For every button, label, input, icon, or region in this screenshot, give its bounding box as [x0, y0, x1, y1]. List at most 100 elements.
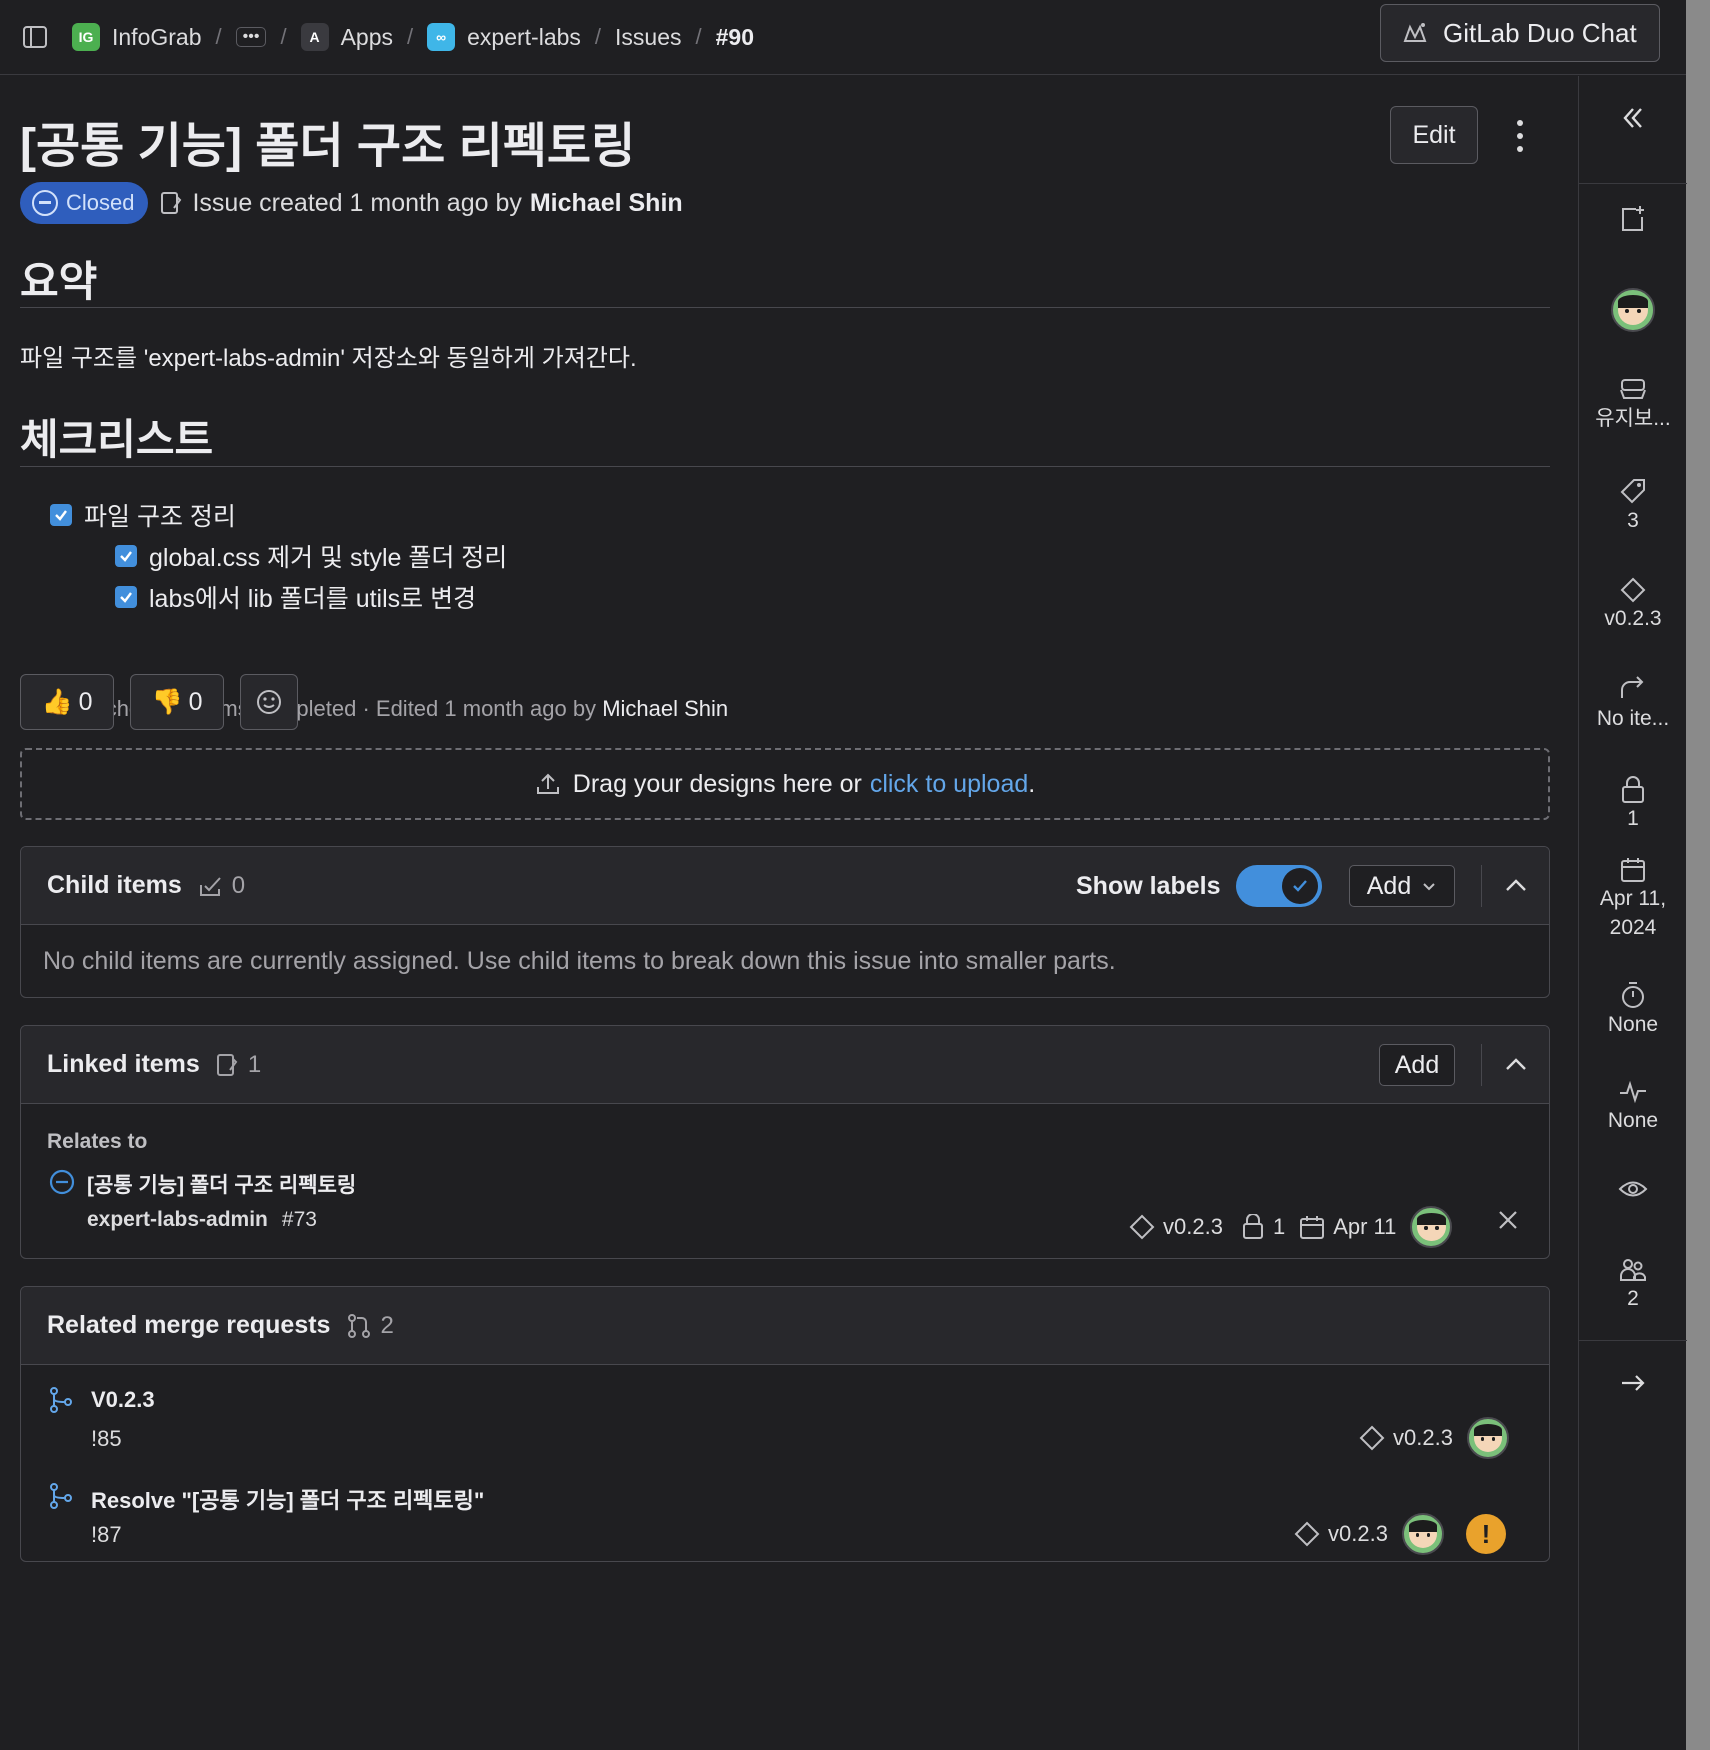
issue-title: [공통 기능] 폴더 구조 리펙토링	[20, 120, 636, 173]
collapse-chevron-up-icon[interactable]	[1501, 1050, 1531, 1080]
breadcrumb-org[interactable]: InfoGrab	[112, 24, 202, 51]
sidebar-time-tracking-value: None	[1607, 1013, 1659, 1036]
merge-request-icon	[348, 1313, 371, 1338]
breadcrumb-current[interactable]: #90	[716, 24, 754, 51]
editor-link[interactable]: Michael Shin	[602, 696, 728, 721]
closed-icon	[32, 190, 58, 216]
merge-request-item[interactable]: Resolve "[공통 기능] 폴더 구조 리펙토링" !87 v0.2.3 …	[21, 1461, 1549, 1561]
linked-item-due: Apr 11	[1333, 1214, 1397, 1239]
summary-heading: 요약	[20, 258, 98, 305]
assignee-avatar[interactable]	[1611, 288, 1655, 332]
milestone-icon	[1620, 577, 1646, 603]
sidebar-time-tracking[interactable]: None	[1579, 980, 1687, 1039]
expert-labs-project-icon: ∞	[427, 23, 456, 51]
edit-button[interactable]: Edit	[1390, 106, 1478, 164]
breadcrumb-more-button[interactable]: •••	[235, 27, 267, 47]
dropzone-suffix: .	[1028, 769, 1036, 798]
merge-request-open-icon	[50, 1483, 72, 1509]
sidebar-divider	[1579, 1340, 1687, 1341]
add-label: Add	[1366, 871, 1412, 900]
pipeline-warning-icon[interactable]: !	[1465, 1514, 1506, 1554]
linked-items-title: Linked items	[47, 1050, 200, 1078]
thumbs-up-count: 0	[78, 687, 93, 716]
collapse-sidebar-icon[interactable]	[1619, 104, 1647, 132]
thumbs-down-button[interactable]: 👎 0	[130, 674, 224, 730]
checkbox-checked-icon[interactable]	[115, 586, 137, 608]
thumbs-up-button[interactable]: 👍 0	[20, 674, 114, 730]
sidebar-notifications[interactable]	[1579, 1176, 1687, 1202]
show-labels-toggle[interactable]	[1236, 865, 1323, 907]
smiley-icon	[255, 688, 283, 716]
show-labels-control: Show labels	[1076, 865, 1323, 907]
sidebar-health-status[interactable]: None	[1579, 1078, 1687, 1135]
breadcrumb-project[interactable]: expert-labs	[467, 24, 581, 51]
sidebar-epic[interactable]: 유지보...	[1579, 376, 1687, 433]
merge-request-title[interactable]: Resolve "[공통 기능] 폴더 구조 리펙토링"	[91, 1483, 484, 1515]
linked-item-meta: v0.2.3 1 Apr 11	[1129, 1206, 1453, 1248]
sidebar-participants[interactable]: 2	[1579, 1256, 1687, 1313]
sidebar-weight[interactable]: 1	[1579, 776, 1687, 833]
linked-items-count-value: 1	[247, 1050, 262, 1078]
design-dropzone[interactable]: Drag your designs here or click to uploa…	[20, 748, 1550, 820]
sidebar-assignee[interactable]	[1579, 288, 1687, 332]
checkbox-checked-icon[interactable]	[115, 545, 137, 567]
merge-request-milestone: v0.2.3	[1328, 1521, 1388, 1546]
author-avatar[interactable]	[1401, 1513, 1444, 1555]
created-text: Issue created 1 month ago by	[192, 188, 522, 217]
add-reaction-button[interactable]	[240, 674, 298, 730]
sidebar-milestone[interactable]: v0.2.3	[1579, 576, 1687, 633]
add-todo-icon	[1622, 206, 1644, 231]
iteration-icon	[1621, 676, 1644, 698]
chevron-down-icon	[1423, 883, 1435, 891]
header-divider	[1481, 865, 1482, 907]
sidebar-labels[interactable]: 3	[1579, 476, 1687, 535]
author-avatar[interactable]	[1466, 1417, 1509, 1459]
remove-link-close-icon[interactable]	[1496, 1208, 1520, 1232]
linked-items-count: 1	[216, 1051, 261, 1079]
linked-item-title[interactable]: [공통 기능] 폴더 구조 리펙토링	[87, 1169, 356, 1199]
merge-requests-count-value: 2	[380, 1311, 394, 1339]
weight-icon	[1622, 776, 1644, 803]
sidebar-epic-value: 유지보...	[1595, 407, 1671, 430]
author-link[interactable]: Michael Shin	[530, 189, 683, 218]
sidebar-due-date[interactable]: Apr 11, 2024	[1579, 856, 1687, 943]
more-actions-icon[interactable]	[1508, 116, 1532, 156]
sidebar-iteration[interactable]: No ite...	[1579, 676, 1687, 733]
child-items-title: Child items	[47, 871, 182, 899]
merge-request-meta: v0.2.3 !	[1294, 1513, 1506, 1555]
child-items-count-value: 0	[231, 871, 246, 899]
linked-items-add-button[interactable]: Add	[1379, 1044, 1455, 1086]
sidebar-todo[interactable]	[1579, 204, 1687, 234]
sidebar-toggle-icon[interactable]	[22, 24, 48, 50]
assignee-avatar[interactable]	[1410, 1206, 1453, 1248]
sidebar-iteration-value: No ite...	[1596, 707, 1670, 730]
breadcrumb-group[interactable]: Apps	[341, 24, 393, 51]
move-issue-arrow-icon[interactable]	[1619, 1370, 1647, 1396]
merge-request-title[interactable]: V0.2.3	[91, 1387, 155, 1413]
calendar-icon	[1300, 1216, 1325, 1239]
checkbox-checked-icon[interactable]	[50, 504, 72, 526]
breadcrumb-issues[interactable]: Issues	[615, 24, 681, 51]
merge-request-item[interactable]: V0.2.3 !85 v0.2.3	[21, 1365, 1549, 1461]
collapse-chevron-up-icon[interactable]	[1501, 871, 1531, 901]
status-badge: Closed	[20, 182, 149, 224]
upload-link[interactable]: click to upload	[870, 770, 1028, 799]
sidebar-milestone-value: v0.2.3	[1604, 607, 1662, 630]
relates-to-label: Relates to	[47, 1130, 148, 1153]
child-items-add-dropdown[interactable]: Add	[1349, 865, 1455, 907]
thumbs-down-count: 0	[188, 687, 203, 716]
issue-type-icon	[216, 1053, 238, 1076]
window-scrollbar[interactable]	[1686, 0, 1710, 1750]
child-items-card: Child items 0 Show labels Add No child i…	[20, 846, 1550, 998]
checklist-item-label: global.css 제거 및 style 폴더 정리	[149, 544, 508, 572]
linked-item-ref: #73	[281, 1208, 317, 1231]
milestone-icon	[1359, 1425, 1385, 1451]
task-done-icon	[199, 876, 221, 896]
upload-icon	[535, 771, 561, 797]
issue-sidebar: 유지보... 3 v0.2.3 No ite... 1 Apr 11, 2024…	[1578, 76, 1687, 1750]
gitlab-duo-chat-button[interactable]: GitLab Duo Chat	[1380, 4, 1660, 62]
sidebar-labels-count: 3	[1627, 509, 1639, 532]
child-items-empty-text: No child items are currently assigned. U…	[43, 947, 1116, 975]
sidebar-participants-count: 2	[1627, 1287, 1639, 1310]
checklist-heading: 체크리스트	[20, 416, 214, 463]
